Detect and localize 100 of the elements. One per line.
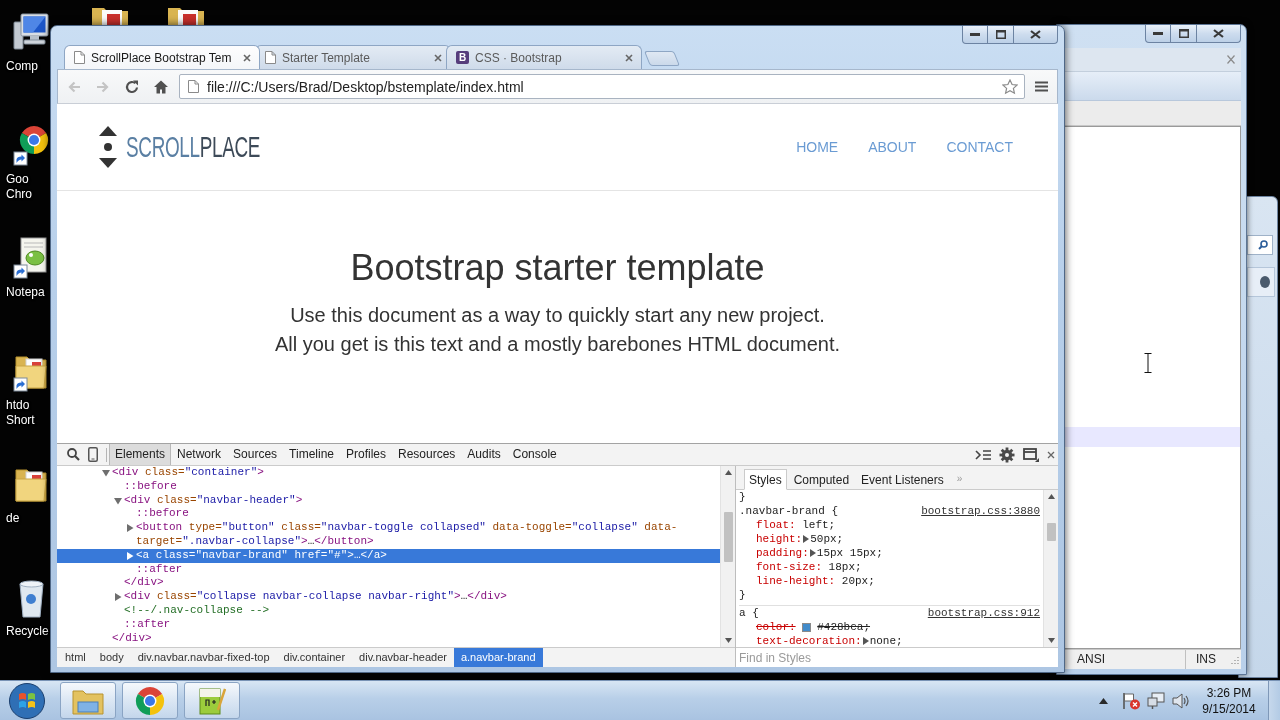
css-property-value[interactable]: 15px 15px; [816,546,883,560]
settings-icon[interactable] [999,446,1015,463]
css-property-name[interactable]: line-height: [756,574,836,588]
clock-button[interactable]: 3:26 PM 9/15/2014 [1196,684,1262,717]
taskbar-button[interactable] [122,682,178,719]
expanded-triangle-icon[interactable] [114,496,122,505]
search-button[interactable] [1247,235,1273,255]
close-icon[interactable] [434,53,442,62]
devtools-tab[interactable]: Console [506,444,563,465]
css-property-name[interactable]: height: [756,532,803,546]
dom-node-text[interactable]: ::before [124,479,720,494]
breadcrumb[interactable]: div.container [276,648,353,667]
browser-tab[interactable]: B CSS · Bootstrap [446,45,642,69]
color-swatch-icon[interactable] [801,622,811,632]
sidebar-tab[interactable]: Event Listeners [856,469,949,490]
notepad-shortcut-icon[interactable] [13,236,49,281]
css-property-name[interactable]: color: [756,620,796,634]
icon-label[interactable]: Notepa [6,285,45,300]
devtools-tab[interactable]: Timeline [283,444,340,465]
icon-label[interactable]: htdo Short [6,398,35,428]
star-icon[interactable] [1002,78,1018,95]
scrollbar-thumb[interactable] [1046,523,1056,541]
minimize-button[interactable] [962,26,988,44]
source-link[interactable]: bootstrap.css:912 [927,606,1040,620]
scroll-down-icon[interactable] [724,638,732,643]
icon-label[interactable]: de [6,511,20,526]
css-property-value[interactable]: #428bca; [817,620,870,634]
taskbar-button[interactable] [184,682,240,719]
scroll-up-icon[interactable] [1047,494,1055,499]
css-property-value[interactable]: 20px; [841,574,875,588]
breadcrumb[interactable]: div.navbar.navbar-fixed-top [130,648,277,667]
css-property-name[interactable]: font-size: [756,560,822,574]
breadcrumb[interactable]: html [58,648,93,667]
breadcrumb[interactable]: div.navbar-header [352,648,454,667]
taskbar-button[interactable] [60,682,116,719]
sidebar-tab[interactable]: Styles [744,469,787,490]
dom-node-text[interactable]: ::after [136,562,720,577]
minimize-button[interactable] [1145,25,1171,43]
volume-button[interactable] [1172,692,1190,709]
maximize-button[interactable] [988,26,1014,44]
expand-triangle-icon[interactable] [809,549,816,557]
prompt-list-icon[interactable] [975,448,991,461]
filter-field[interactable]: Find in Styles [736,647,1058,667]
css-property-name[interactable]: padding: [756,546,809,560]
close-button[interactable] [1197,25,1241,43]
dom-node-text[interactable]: <!--/.nav-collapse --> [124,603,720,618]
collapsed-triangle-icon[interactable] [126,524,134,533]
search-icon[interactable] [67,448,80,461]
close-icon[interactable] [243,53,251,62]
scrollbar[interactable] [720,466,735,647]
css-property-value[interactable]: left; [802,518,836,532]
collapsed-triangle-icon[interactable] [114,593,122,602]
dom-node-text[interactable]: ::before [136,507,720,522]
round-logo-shortcut-icon[interactable] [13,123,49,168]
close-icon[interactable] [1047,450,1055,459]
dom-node-text[interactable]: ::after [124,617,720,632]
collapsed-triangle-icon[interactable] [126,551,134,560]
scrollbar-thumb[interactable] [723,512,733,562]
address-bar[interactable]: file:///C:/Users/Brad/Desktop/bstemplate/index.html [179,74,1025,99]
expand-triangle-icon[interactable] [803,535,810,543]
dom-node-text[interactable]: </div> [124,576,720,591]
css-property-value[interactable]: 50px; [810,532,844,546]
action-center-button[interactable] [1121,691,1141,710]
devtools-tab[interactable]: Elements [109,444,172,465]
dom-node-text[interactable]: <div class="navbar-header"> [124,493,720,508]
sidebar-tab[interactable]: Computed [788,469,855,490]
dom-node-text[interactable]: <div class="collapse navbar-collapse navbar-right">…</div> [124,590,720,604]
icon-label[interactable]: Goo Chro [6,172,32,202]
expand-triangle-icon[interactable] [862,637,869,645]
devtools-tab[interactable]: Audits [461,444,507,465]
icon-label[interactable]: Recycle [6,624,49,639]
css-property-name[interactable]: float: [756,518,796,532]
css-property-value[interactable]: none; [869,634,903,647]
devtools-tab[interactable]: Profiles [340,444,392,465]
devtools-tab[interactable]: Sources [227,444,284,465]
network-button[interactable] [1147,691,1165,710]
phone-icon[interactable] [88,447,98,462]
dom-node-text[interactable]: </div> [112,631,720,646]
brand-logo-text[interactable]: SCROLLPLACE [126,131,261,163]
up-down-arrows-icon[interactable] [98,126,118,168]
devtools-tab[interactable]: Resources [392,444,462,465]
breadcrumb[interactable]: a.navbar-brand [453,648,543,667]
dock-window-icon[interactable] [1023,447,1039,462]
breadcrumb[interactable]: body [92,648,131,667]
close-icon[interactable] [625,53,633,62]
show-hidden-icons-button[interactable] [1099,697,1108,704]
source-link[interactable]: bootstrap.css:3880 [921,504,1040,518]
browser-tab[interactable]: ScrollPlace Bootstrap Tem [64,45,260,69]
scroll-up-icon[interactable] [724,470,732,475]
maximize-button[interactable] [1171,25,1197,43]
dom-node-text[interactable]: <button type="button" class="navbar-toggle collapsed" data-toggle="collapse" data-target=".navbar-collapse">…</button> [136,521,720,549]
icon-label[interactable]: Comp [6,59,38,74]
scrollbar[interactable] [1043,490,1058,647]
close-button[interactable] [1014,26,1058,44]
devtools-tab[interactable]: Network [171,444,228,465]
css-property-name[interactable]: text-decoration: [756,634,862,647]
scroll-down-icon[interactable] [1047,638,1055,643]
dom-node-text[interactable]: <div class="container"> [112,466,720,480]
close-icon[interactable] [1227,55,1235,64]
expanded-triangle-icon[interactable] [102,469,110,477]
